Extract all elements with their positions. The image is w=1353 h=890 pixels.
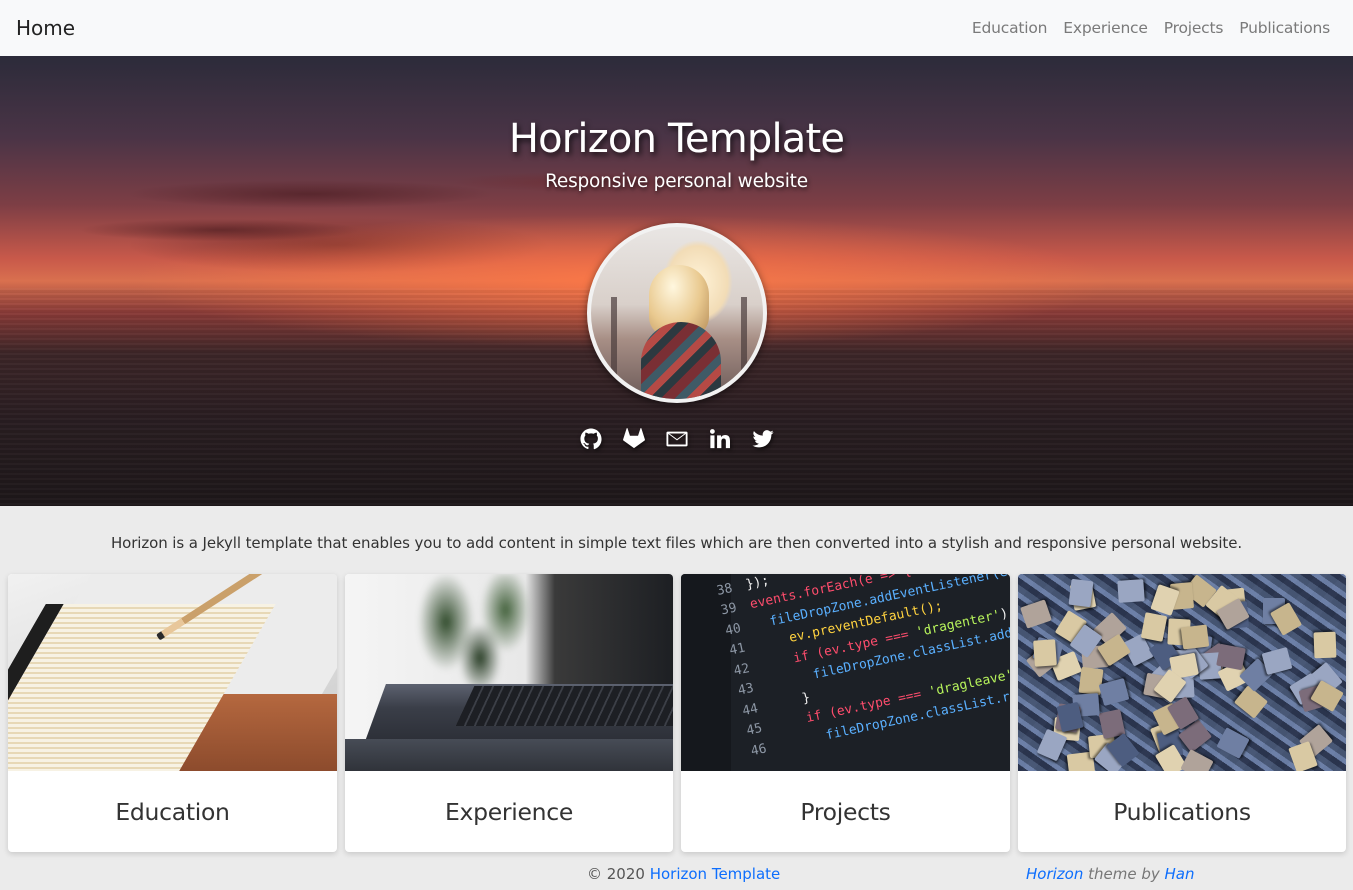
projects-image: 'drop38});39events.forEach(e => {40 file… — [681, 574, 1010, 771]
type-block — [1020, 599, 1052, 629]
type-block — [1180, 624, 1210, 650]
nav-link-experience[interactable]: Experience — [1063, 19, 1148, 37]
nav-links: Education Experience Projects Publicatio… — [972, 19, 1330, 37]
card-experience[interactable]: Experience — [345, 574, 673, 852]
avatar-person — [641, 322, 721, 399]
hero-subtitle: Responsive personal website — [545, 171, 808, 192]
home-link[interactable]: Home — [16, 16, 75, 40]
twitter-icon[interactable] — [751, 427, 774, 450]
site-link[interactable]: Horizon Template — [650, 865, 781, 883]
type-block — [1261, 647, 1293, 675]
code-snippet: 'drop38});39events.forEach(e => {40 file… — [681, 574, 1010, 769]
nav-link-projects[interactable]: Projects — [1164, 19, 1224, 37]
intro-text: Horizon is a Jekyll template that enable… — [110, 534, 1243, 552]
publications-image — [1018, 574, 1346, 771]
type-block — [1313, 631, 1337, 659]
hero-banner: Horizon Template Responsive personal web… — [0, 56, 1353, 506]
type-block — [1233, 685, 1269, 719]
avatar — [587, 223, 767, 403]
copyright-text: © 2020 — [587, 865, 650, 883]
card-label: Experience — [444, 797, 574, 826]
author-link[interactable]: Han — [1165, 865, 1195, 883]
github-icon[interactable] — [579, 427, 602, 450]
envelope-icon[interactable] — [665, 427, 688, 450]
hero-clouds — [40, 146, 940, 266]
type-block — [1117, 579, 1145, 603]
footer-credit: Horizon theme by Han — [1026, 865, 1195, 883]
education-image — [8, 574, 337, 771]
nav-link-publications[interactable]: Publications — [1239, 19, 1330, 37]
avatar-background — [741, 297, 747, 399]
theme-credit-text: theme by — [1083, 865, 1165, 883]
card-projects[interactable]: 'drop38});39events.forEach(e => {40 file… — [681, 574, 1010, 852]
type-block — [1033, 639, 1057, 667]
card-label: Education — [115, 797, 230, 826]
type-block — [1216, 643, 1246, 671]
experience-image — [345, 574, 673, 771]
type-block — [1216, 727, 1250, 759]
gitlab-icon[interactable] — [622, 427, 645, 450]
code-token: }); — [744, 574, 771, 593]
social-links — [0, 427, 1353, 450]
card-publications[interactable]: Publications — [1018, 574, 1346, 852]
footer-copyright: © 2020 Horizon Template — [587, 865, 780, 883]
avatar-background — [611, 297, 617, 399]
type-block — [1150, 584, 1180, 616]
type-block — [1098, 678, 1130, 706]
code-token: ) { — [998, 605, 1010, 622]
theme-link[interactable]: Horizon — [1026, 865, 1083, 883]
card-label: Projects — [800, 797, 891, 826]
table-surface — [345, 739, 673, 771]
nav-link-education[interactable]: Education — [972, 19, 1048, 37]
laptop-keyboard — [455, 686, 673, 726]
card-label: Publications — [1113, 797, 1251, 826]
type-block — [1068, 578, 1094, 608]
hero-title: Horizon Template — [508, 116, 845, 162]
navbar: Home Education Experience Projects Publi… — [0, 0, 1353, 56]
linkedin-icon[interactable] — [708, 427, 731, 450]
type-block — [1140, 612, 1168, 642]
plant — [395, 574, 565, 694]
type-block — [1180, 749, 1214, 771]
card-education[interactable]: Education — [8, 574, 337, 852]
